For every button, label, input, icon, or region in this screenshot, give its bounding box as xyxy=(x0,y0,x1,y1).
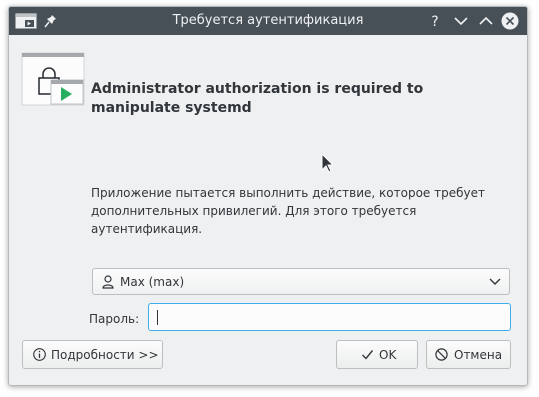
mouse-pointer-icon xyxy=(321,153,335,173)
ok-button[interactable]: OK xyxy=(336,340,418,369)
window-title: Требуется аутентификация xyxy=(172,13,364,28)
pin-icon[interactable] xyxy=(44,13,58,29)
minimize-icon[interactable] xyxy=(452,12,470,30)
user-icon xyxy=(102,275,114,289)
dialog-description: Приложение пытается выполнить действие, … xyxy=(91,186,485,236)
help-icon[interactable]: ? xyxy=(426,12,444,30)
svg-text:?: ? xyxy=(431,14,438,30)
password-field[interactable] xyxy=(148,303,511,331)
lock-window-icon xyxy=(21,52,85,106)
text-caret xyxy=(157,310,158,325)
maximize-icon[interactable] xyxy=(477,12,495,30)
dialog-heading: Administrator authorization is required … xyxy=(91,81,424,116)
details-button[interactable]: Подробности >> xyxy=(22,340,163,369)
checkmark-icon xyxy=(362,350,374,360)
app-icon[interactable] xyxy=(15,13,37,29)
details-button-label: Подробности >> xyxy=(51,348,159,362)
password-label: Пароль: xyxy=(89,312,140,326)
ok-button-label: OK xyxy=(379,348,397,362)
cancel-button[interactable]: Отмена xyxy=(426,340,511,369)
title-bar[interactable]: Требуется аутентификация ? xyxy=(9,7,527,35)
auth-dialog-window: Требуется аутентификация ? Administrator… xyxy=(8,6,528,386)
cancel-icon xyxy=(435,348,448,361)
cancel-button-label: Отмена xyxy=(454,348,503,362)
info-icon xyxy=(33,348,46,361)
close-icon[interactable] xyxy=(501,12,519,30)
user-select[interactable]: Max (max) xyxy=(92,268,510,295)
selected-user: Max (max) xyxy=(120,275,185,289)
chevron-down-icon xyxy=(489,278,501,285)
